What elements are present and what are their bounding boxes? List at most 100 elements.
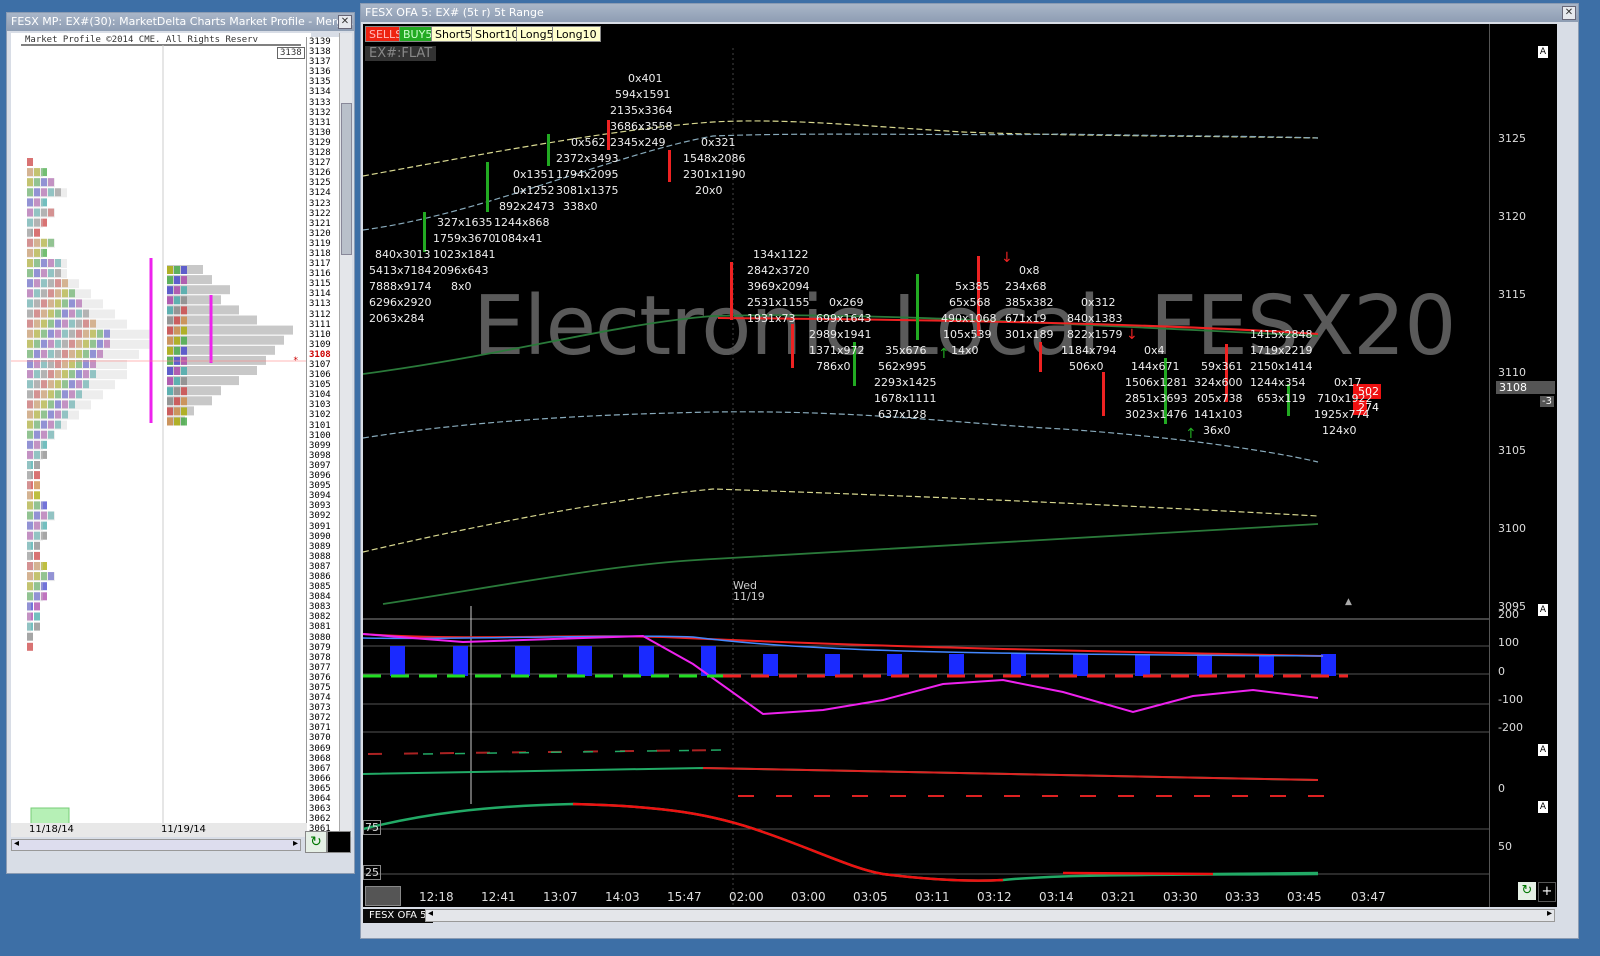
horizontal-scrollbar[interactable]: ◂ ▸ <box>11 838 301 851</box>
ladder-price: 3063 <box>309 804 331 815</box>
profile-tpo <box>167 397 173 406</box>
time-label: 03:21 <box>1101 890 1136 904</box>
profile-tpo <box>167 407 173 416</box>
market-profile-title: FESX MP: EX#(30): MarketDelta Charts Mar… <box>7 13 354 31</box>
footprint-cell: 65x568 <box>949 296 991 309</box>
profile-tpo <box>181 417 187 426</box>
profile-tpo <box>174 316 180 325</box>
zoom-plus-icon[interactable]: + <box>1538 882 1556 902</box>
scroll-thumb[interactable] <box>341 103 352 255</box>
profile-graphic: * <box>11 44 311 835</box>
auto-scale-icon-2[interactable]: A <box>1538 604 1548 616</box>
profile-tpo <box>181 286 187 295</box>
footprint-cell: 653x119 <box>1257 392 1306 405</box>
footprint-cell: 1084x41 <box>494 232 543 245</box>
profile-volume-bar <box>27 622 31 632</box>
profile-tpo <box>174 266 180 274</box>
footprint-cell: 5x385 <box>955 280 990 293</box>
ladder-price: 3125 <box>309 178 331 189</box>
ladder-price: 3134 <box>309 87 331 98</box>
profile-volume-bar <box>27 168 43 178</box>
footprint-cell: 1023x1841 <box>433 248 496 261</box>
ladder-price: 3117 <box>309 259 331 270</box>
close-icon[interactable]: ✕ <box>1562 6 1576 20</box>
profile-volume-bar <box>27 208 55 218</box>
footprint-cell: 2531x1155 <box>747 296 810 309</box>
ladder-price: 3077 <box>309 662 331 673</box>
auto-scale-icon[interactable]: A <box>1538 46 1548 58</box>
profile-volume-bar <box>167 275 212 285</box>
profile-volume-bar <box>27 248 43 258</box>
chart-tab[interactable]: FESX OFA 5 <box>363 909 433 923</box>
footprint-cell: 840x1383 <box>1067 312 1123 325</box>
ladder-price: 3108 <box>309 349 331 360</box>
osc-minus-100: -100 <box>1498 693 1523 706</box>
ladder-price: 3103 <box>309 400 331 411</box>
profile-tpo <box>181 306 187 315</box>
profile-volume-bar <box>27 269 67 279</box>
ladder-price: 3104 <box>309 390 331 401</box>
footprint-cell: 710x1922 <box>1317 392 1373 405</box>
footprint-cell: 1244x868 <box>494 216 550 229</box>
current-price-marker: 3108 <box>1496 381 1555 394</box>
osc-200: 200 <box>1498 608 1519 621</box>
profile-tpo <box>167 306 173 315</box>
footprint-cell: 0x321 <box>701 136 736 149</box>
footprint-cell: 141x103 <box>1194 408 1243 421</box>
profile-tpo <box>167 266 173 274</box>
footprint-cell: 2293x1425 <box>874 376 937 389</box>
bottom-scrollbar[interactable]: ◂ ▸ <box>425 908 1555 922</box>
profile-volume-bar <box>27 410 79 420</box>
date-label-2: 11/19/14 <box>161 824 206 835</box>
footprint-cell: 5413x7184 <box>369 264 432 277</box>
time-label: 13:07 <box>543 890 578 904</box>
footprint-cell: 134x1122 <box>753 248 809 261</box>
ladder-price: 3089 <box>309 541 331 552</box>
ladder-price: 3114 <box>309 289 331 300</box>
auto-scale-icon-3[interactable]: A <box>1538 744 1548 756</box>
refresh-icon[interactable]: ↻ <box>305 831 327 853</box>
profile-tpo <box>174 367 180 375</box>
profile-tpo <box>174 276 180 285</box>
scroll-handle[interactable] <box>365 886 401 906</box>
color-swatch[interactable] <box>327 831 351 853</box>
ladder-price: 3119 <box>309 238 331 249</box>
range-bar <box>547 134 550 166</box>
profile-volume-bar <box>27 450 43 460</box>
profile-volume-bar <box>27 380 115 390</box>
profile-volume-bar <box>27 612 31 622</box>
price-3115: 3115 <box>1498 288 1526 301</box>
profile-volume-bar <box>27 541 31 551</box>
scroll-right-icon[interactable]: ▸ <box>1547 908 1552 919</box>
ladder-price: 3072 <box>309 713 331 724</box>
time-label: 03:11 <box>915 890 950 904</box>
profile-tpo <box>181 316 187 325</box>
ladder-price: 3078 <box>309 652 331 663</box>
footprint-cell: 699x1643 <box>816 312 872 325</box>
close-icon[interactable]: ✕ <box>338 15 352 29</box>
profile-tpo <box>174 326 180 335</box>
auto-scale-icon-4[interactable]: A <box>1538 801 1548 813</box>
oscillator-bar <box>390 646 405 676</box>
profile-tpo <box>34 471 40 480</box>
footprint-cell: 105x539 <box>943 328 992 341</box>
scroll-right-icon[interactable]: ▸ <box>293 838 298 849</box>
ladder-price: 3128 <box>309 148 331 159</box>
ladder-price: 3136 <box>309 67 331 78</box>
ladder-price: 3084 <box>309 592 331 603</box>
scroll-left-icon[interactable]: ◂ <box>14 838 19 849</box>
range-bar <box>791 324 794 368</box>
footprint-cell: 562x995 <box>878 360 927 373</box>
ladder-price: 3086 <box>309 571 331 582</box>
footprint-cell: 1244x354 <box>1250 376 1306 389</box>
ladder-price: 3111 <box>309 319 331 330</box>
profile-volume-bar <box>27 582 43 592</box>
profile-tpo <box>167 417 173 426</box>
scroll-left-icon[interactable]: ◂ <box>428 908 433 919</box>
profile-tpo <box>34 228 40 237</box>
range-bar <box>1039 342 1042 372</box>
ladder-scrollbar[interactable] <box>339 33 352 837</box>
footprint-cell: 1931x73 <box>747 312 796 325</box>
time-label: 03:05 <box>853 890 888 904</box>
refresh-icon[interactable]: ↻ <box>1518 882 1536 900</box>
